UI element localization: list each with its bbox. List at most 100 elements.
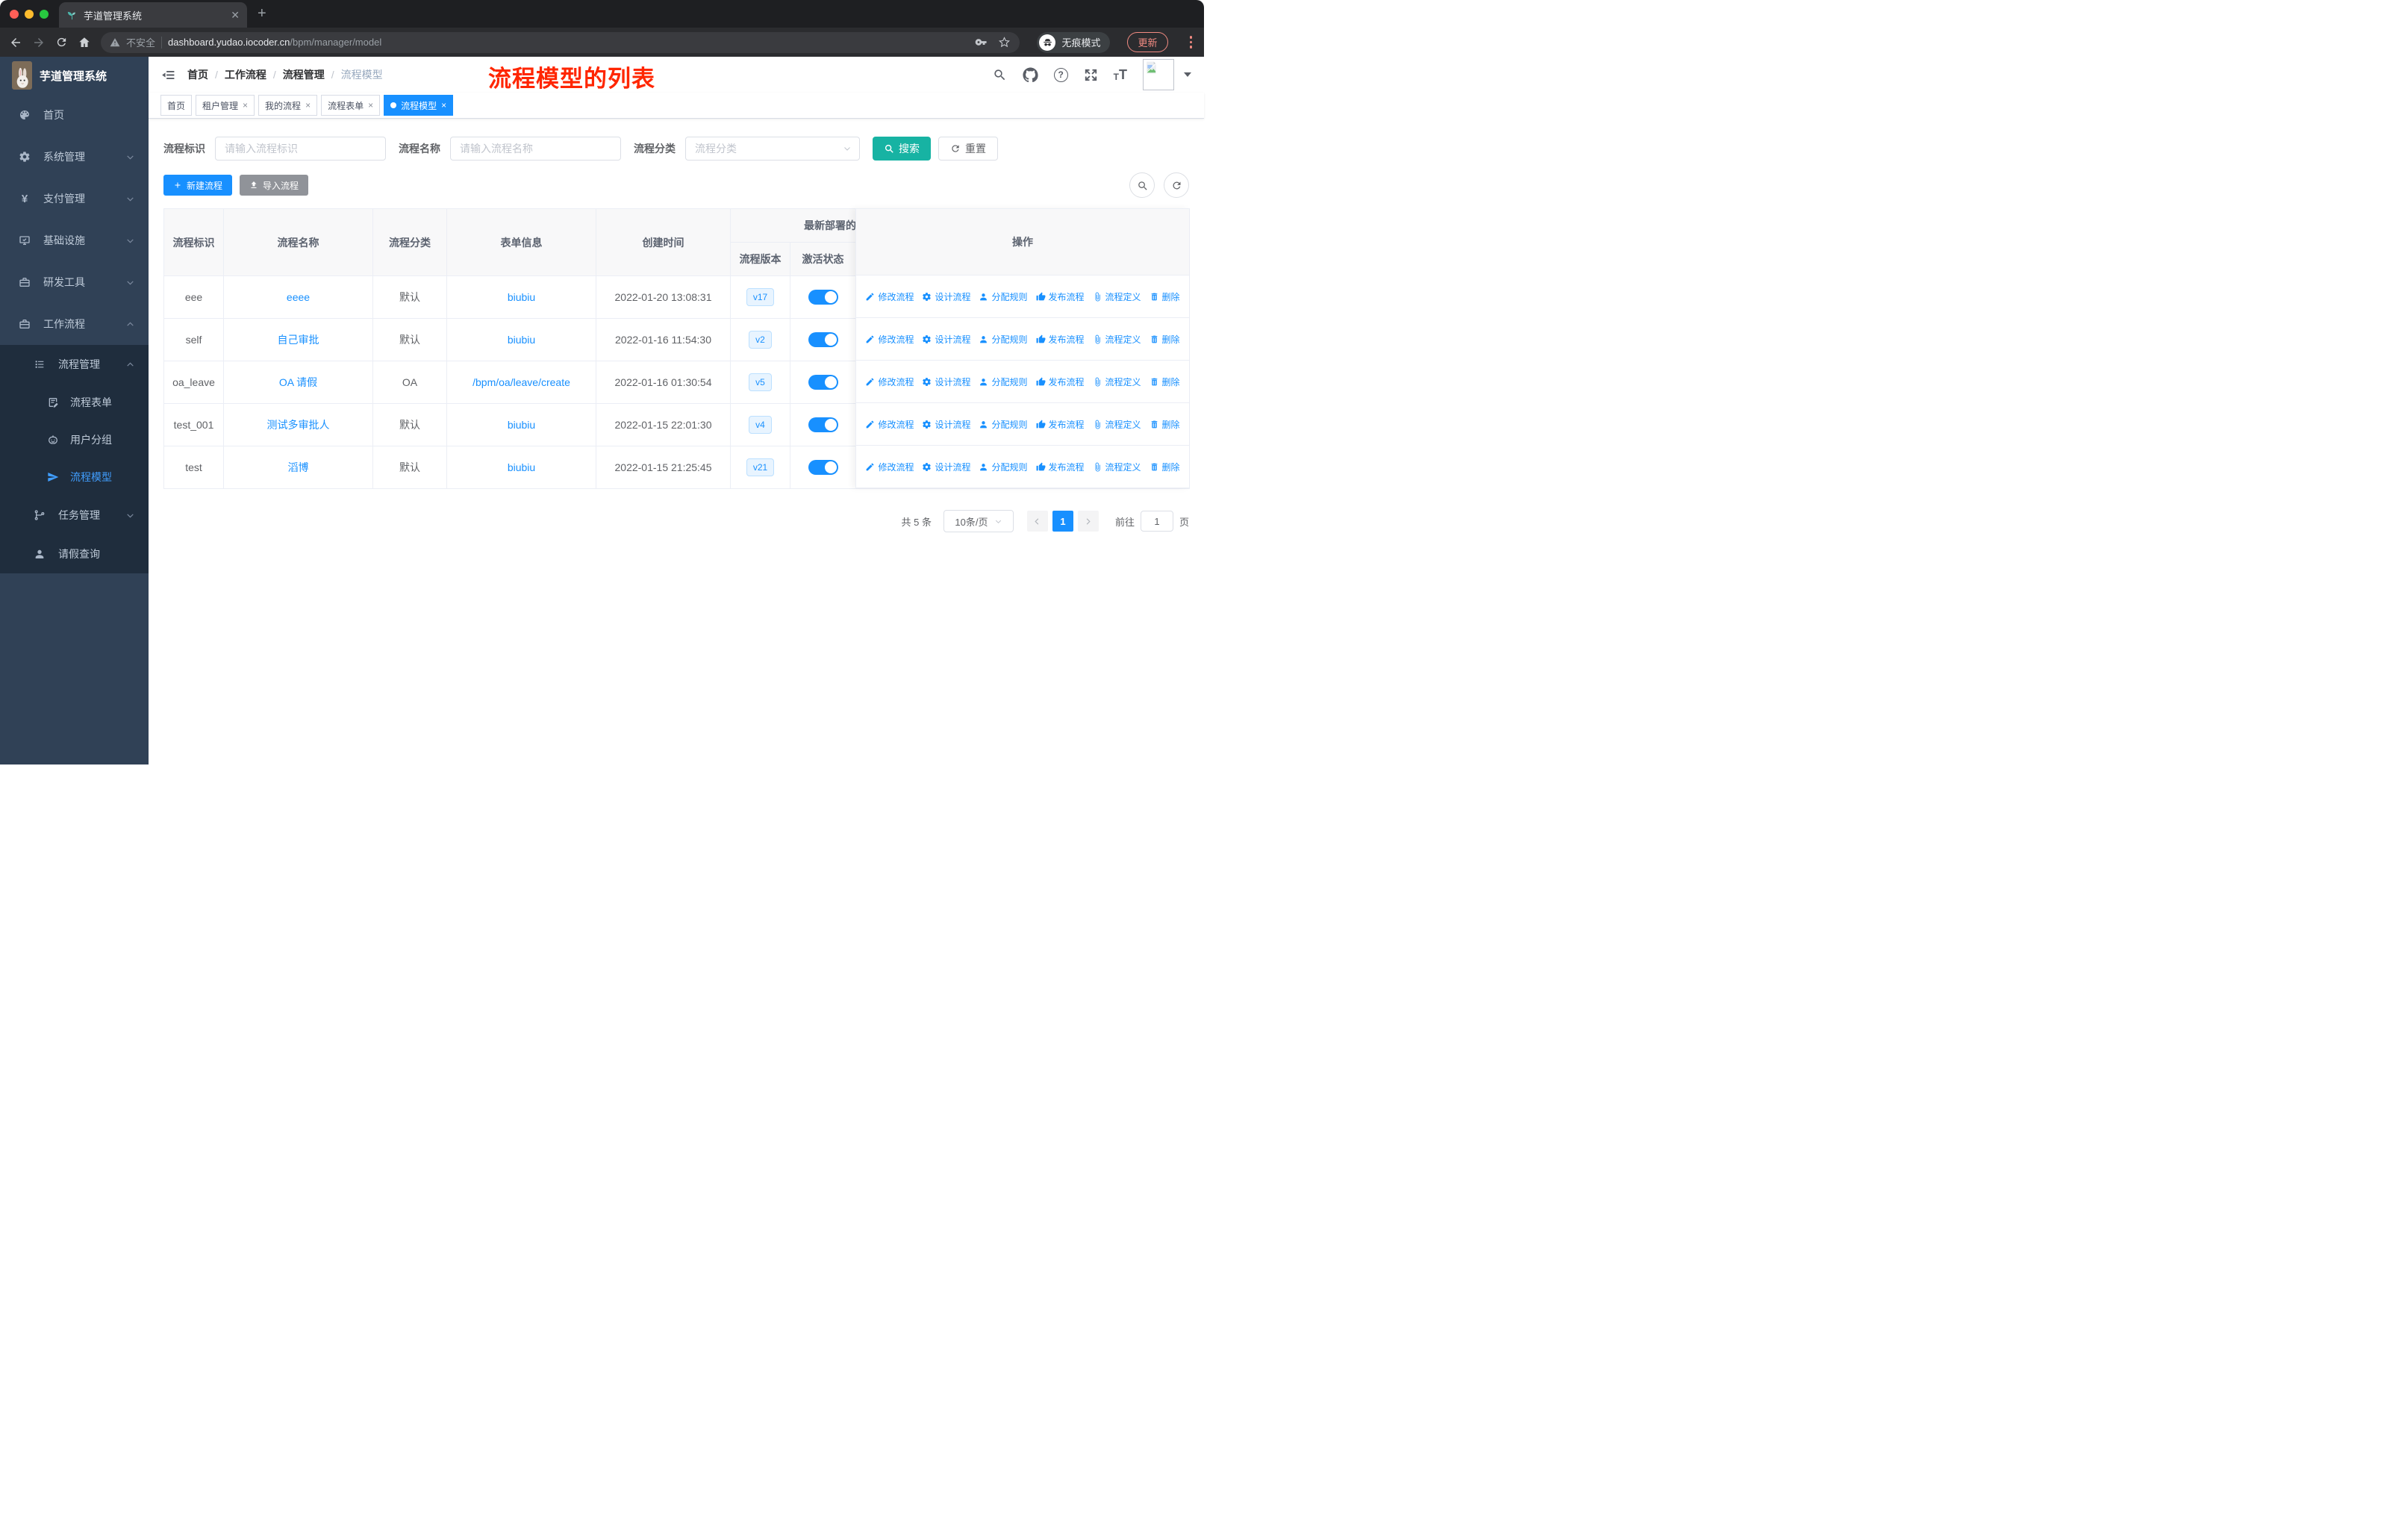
process-name-link[interactable]: 自己审批 [278,334,319,346]
action-删除[interactable]: 删除 [1150,376,1180,388]
action-修改流程[interactable]: 修改流程 [865,376,914,388]
form-info-link[interactable]: biubiu [508,291,535,303]
tab-我的流程[interactable]: 我的流程 × [258,95,318,116]
action-发布流程[interactable]: 发布流程 [1036,418,1085,431]
action-流程定义[interactable]: 流程定义 [1093,418,1141,431]
forward-icon[interactable] [32,36,46,49]
close-window-button[interactable] [10,9,19,19]
action-流程定义[interactable]: 流程定义 [1093,333,1141,346]
action-分配规则[interactable]: 分配规则 [979,333,1028,346]
process-name-link[interactable]: eeee [287,291,310,303]
search-icon[interactable] [993,68,1007,82]
action-设计流程[interactable]: 设计流程 [922,461,970,473]
action-发布流程[interactable]: 发布流程 [1036,333,1085,346]
form-info-link[interactable]: biubiu [508,419,535,431]
action-分配规则[interactable]: 分配规则 [979,376,1028,388]
sidebar-item-任务管理[interactable]: 任务管理 [0,496,149,535]
page-size-select[interactable]: 10条/页 [943,510,1014,532]
process-name-link[interactable]: 测试多审批人 [267,419,330,431]
page-1-button[interactable]: 1 [1052,511,1073,532]
version-badge[interactable]: v17 [746,287,775,307]
active-toggle[interactable] [808,460,838,475]
home-icon[interactable] [78,36,91,49]
tab-流程模型[interactable]: 流程模型 × [384,95,454,116]
version-badge[interactable]: v4 [749,415,772,435]
github-icon[interactable] [1023,66,1038,83]
sidebar-item-用户分组[interactable]: 用户分组 [0,421,149,458]
tab-close-icon[interactable]: ✕ [231,9,240,22]
new-tab-button[interactable]: + [258,5,266,22]
action-修改流程[interactable]: 修改流程 [865,461,914,473]
action-修改流程[interactable]: 修改流程 [865,290,914,303]
form-info-link[interactable]: biubiu [508,461,535,473]
reset-button[interactable]: 重置 [938,137,998,161]
sidebar-item-支付管理[interactable]: ¥ 支付管理 [0,178,149,219]
sidebar-item-系统管理[interactable]: 系统管理 [0,136,149,178]
action-修改流程[interactable]: 修改流程 [865,333,914,346]
action-流程定义[interactable]: 流程定义 [1093,461,1141,473]
tab-close-icon[interactable]: × [368,100,373,110]
action-删除[interactable]: 删除 [1150,290,1180,303]
tab-流程表单[interactable]: 流程表单 × [321,95,381,116]
sidebar-item-基础设施[interactable]: 基础设施 [0,219,149,261]
version-badge[interactable]: v5 [749,373,772,392]
security-label[interactable]: 不安全 [126,35,155,49]
update-button[interactable]: 更新 [1127,32,1168,52]
prev-page-button[interactable] [1026,511,1048,532]
font-size-icon[interactable]: TT [1114,68,1127,81]
tab-首页[interactable]: 首页 [160,95,193,116]
form-info-link[interactable]: biubiu [508,334,535,346]
import-process-button[interactable]: 导入流程 [240,175,309,196]
create-process-button[interactable]: 新建流程 [163,175,233,196]
action-流程定义[interactable]: 流程定义 [1093,376,1141,388]
tab-close-icon[interactable]: × [305,100,311,110]
sidebar-item-流程管理[interactable]: 流程管理 [0,345,149,384]
action-删除[interactable]: 删除 [1150,461,1180,473]
active-toggle[interactable] [808,417,838,432]
help-icon[interactable]: ? [1053,67,1068,82]
process-name-link[interactable]: 滔博 [288,461,309,473]
sidebar-fold-icon[interactable] [161,68,175,82]
refresh-table-button[interactable] [1164,172,1189,198]
process-category-select[interactable]: 流程分类 [685,137,860,161]
action-分配规则[interactable]: 分配规则 [979,461,1028,473]
version-badge[interactable]: v21 [746,458,775,477]
avatar[interactable] [1143,59,1174,90]
fullscreen-icon[interactable] [1084,68,1098,82]
sidebar-item-流程表单[interactable]: 流程表单 [0,384,149,421]
action-流程定义[interactable]: 流程定义 [1093,290,1141,303]
next-page-button[interactable] [1077,511,1099,532]
action-删除[interactable]: 删除 [1150,418,1180,431]
breadcrumb-item-首页[interactable]: 首页 [187,67,208,82]
form-info-link[interactable]: /bpm/oa/leave/create [472,376,570,388]
action-发布流程[interactable]: 发布流程 [1036,461,1085,473]
goto-page-input[interactable] [1140,511,1173,532]
action-修改流程[interactable]: 修改流程 [865,418,914,431]
reload-icon[interactable] [55,36,68,49]
action-设计流程[interactable]: 设计流程 [922,418,970,431]
sidebar-item-流程模型[interactable]: 流程模型 [0,458,149,496]
action-删除[interactable]: 删除 [1150,333,1180,346]
tab-租户管理[interactable]: 租户管理 × [196,95,255,116]
search-button[interactable]: 搜索 [873,137,931,161]
action-分配规则[interactable]: 分配规则 [979,418,1028,431]
url-bar[interactable]: 不安全 dashboard.yudao.iocoder.cn/bpm/manag… [101,31,1020,53]
tab-close-icon[interactable]: × [243,100,248,110]
show-search-button[interactable] [1129,172,1155,198]
back-icon[interactable] [9,36,22,49]
action-发布流程[interactable]: 发布流程 [1036,290,1085,303]
active-toggle[interactable] [808,332,838,347]
action-发布流程[interactable]: 发布流程 [1036,376,1085,388]
zoom-window-button[interactable] [40,9,49,19]
active-toggle[interactable] [808,375,838,390]
version-badge[interactable]: v2 [749,330,772,349]
sidebar-item-研发工具[interactable]: 研发工具 [0,261,149,303]
avatar-caret-down-icon[interactable] [1184,72,1191,77]
action-设计流程[interactable]: 设计流程 [922,333,970,346]
action-设计流程[interactable]: 设计流程 [922,290,970,303]
browser-tab[interactable]: 芋道管理系统 ✕ [59,2,247,28]
process-id-input[interactable] [215,137,386,161]
action-分配规则[interactable]: 分配规则 [979,290,1028,303]
sidebar-item-工作流程[interactable]: 工作流程 [0,303,149,345]
process-name-link[interactable]: OA 请假 [279,376,317,388]
